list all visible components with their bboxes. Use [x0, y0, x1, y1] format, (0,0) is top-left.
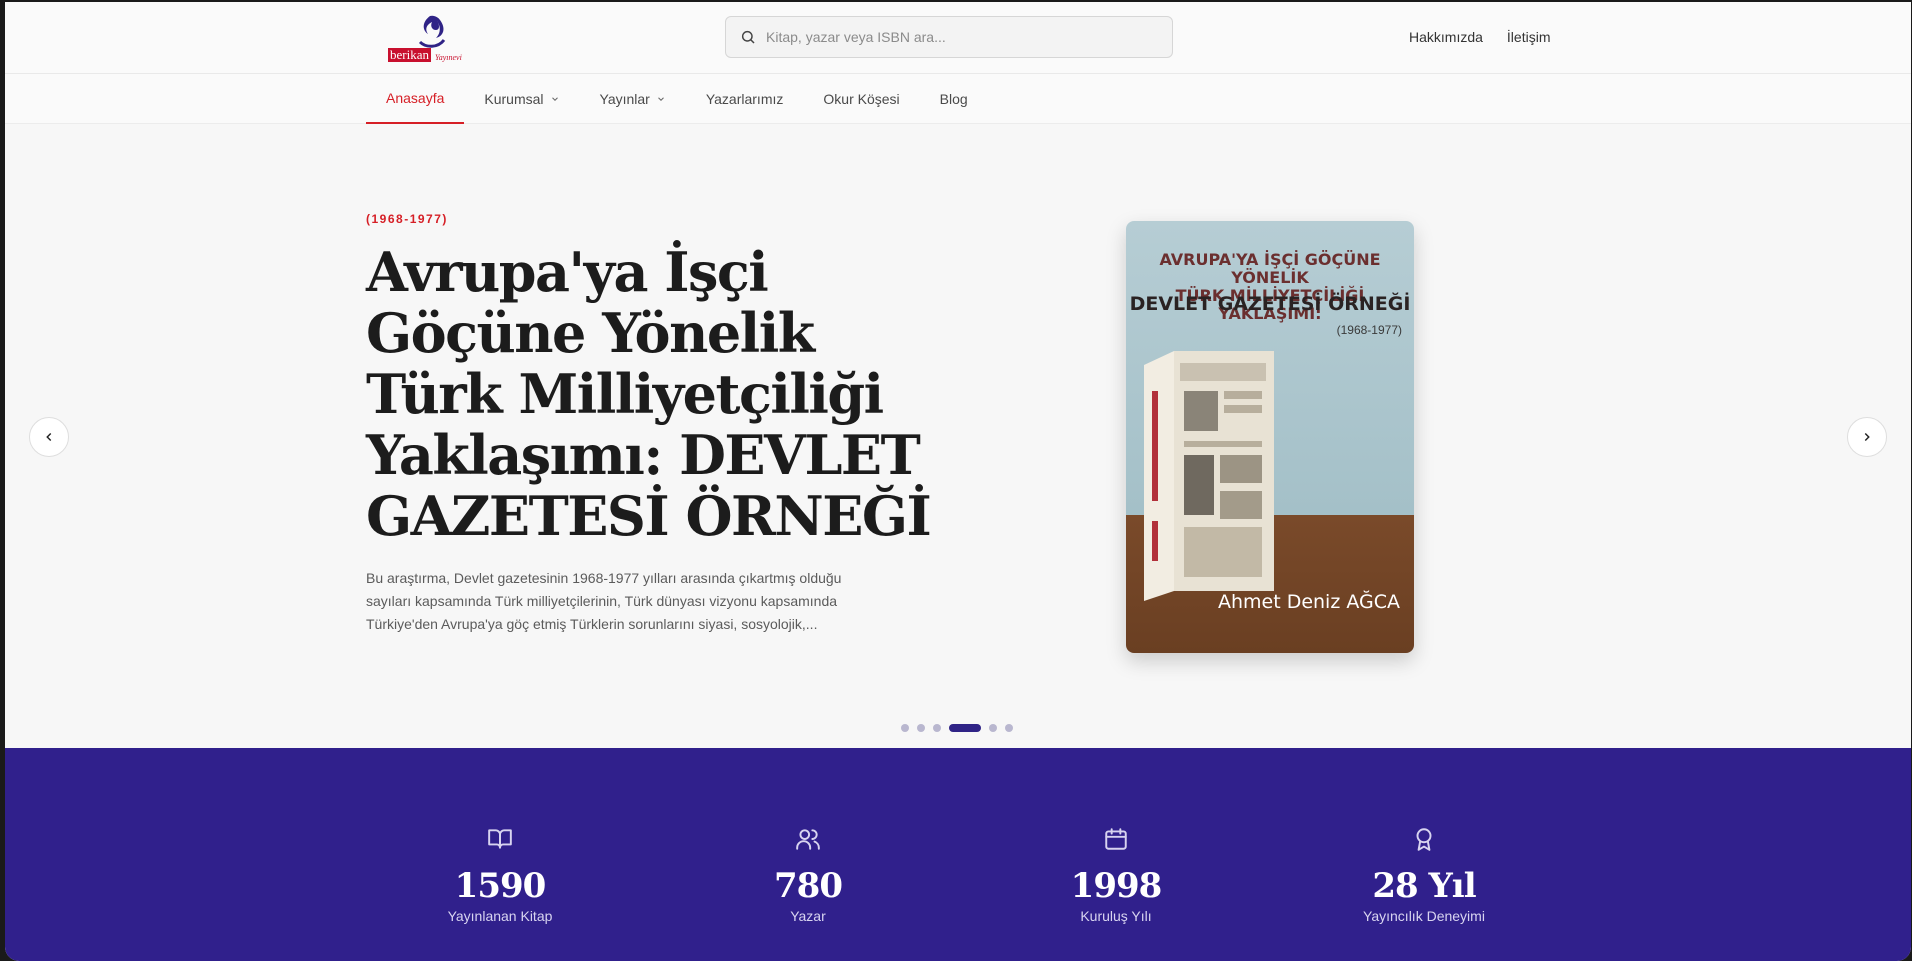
carousel-dot[interactable] — [933, 724, 941, 732]
logo[interactable]: berikan Yayınevi — [388, 14, 470, 66]
chevron-left-icon — [46, 432, 52, 442]
search-input[interactable] — [766, 29, 1146, 45]
cover-title-line1: AVRUPA'YA İŞÇİ GÖÇÜNE YÖNELİK — [1159, 250, 1381, 287]
nav-item-reader-corner[interactable]: Okur Köşesi — [803, 74, 919, 124]
nav-item-label: Kurumsal — [484, 91, 544, 107]
chevron-right-icon — [1864, 432, 1870, 442]
site-header: berikan Yayınevi Hakkımızda İletişim — [5, 2, 1911, 74]
calendar-icon — [1105, 828, 1127, 850]
search-icon — [741, 30, 755, 44]
carousel-dot[interactable] — [917, 724, 925, 732]
main-nav: Anasayfa Kurumsal Yayınlar Yazarlarımız … — [5, 74, 1911, 124]
nav-item-label: Okur Köşesi — [823, 91, 900, 107]
stat-books: 1590 Yayınlanan Kitap — [400, 826, 600, 924]
stat-founded: 1998 Kuruluş Yılı — [1016, 826, 1216, 924]
stat-experience: 28 Yıl Yayıncılık Deneyimi — [1324, 826, 1524, 924]
logo-subtitle: Yayınevi — [435, 53, 462, 62]
logo-flame-icon — [418, 15, 446, 48]
search-box — [725, 16, 1173, 58]
stats-band: 1590 Yayınlanan Kitap 780 Yazar 1998 Kur… — [5, 748, 1911, 961]
nav-item-label: Blog — [939, 91, 968, 107]
carousel-dot-active[interactable] — [949, 724, 981, 732]
nav-item-label: Yazarlarımız — [705, 91, 784, 107]
nav-item-authors[interactable]: Yazarlarımız — [686, 74, 804, 124]
book-image — [1144, 351, 1274, 601]
stat-value: 1590 — [454, 866, 547, 906]
stat-label: Yayınlanan Kitap — [447, 908, 553, 924]
hero-description: Bu araştırma, Devlet gazetesinin 1968-19… — [366, 570, 842, 632]
nav-item-label: Anasayfa — [386, 90, 445, 106]
hero-title[interactable]: Avrupa'ya İşçi Göçüne Yönelik Türk Milli… — [366, 242, 946, 547]
hero-eyebrow: (1968-1977) — [366, 212, 448, 226]
cover-title-main: DEVLET GAZETESİ ÖRNEĞİ — [1129, 293, 1411, 315]
stat-label: Kuruluş Yılı — [1080, 908, 1152, 924]
stat-label: Yazar — [790, 908, 826, 924]
stat-authors: 780 Yazar — [708, 826, 908, 924]
carousel-prev-button[interactable] — [29, 417, 69, 457]
page-frame: berikan Yayınevi Hakkımızda İletişim Ana… — [5, 2, 1911, 961]
chevron-down-icon — [550, 94, 560, 104]
hero-carousel: (1968-1977) Avrupa'ya İşçi Göçüne Yöneli… — [5, 124, 1911, 748]
chevron-down-icon — [656, 94, 666, 104]
carousel-next-button[interactable] — [1847, 417, 1887, 457]
logo-word: berikan — [388, 47, 431, 62]
stat-value: 1998 — [1070, 866, 1163, 906]
nav-item-corporate[interactable]: Kurumsal — [464, 74, 579, 124]
carousel-dot[interactable] — [901, 724, 909, 732]
nav-item-label: Yayınlar — [599, 91, 650, 107]
link-contact[interactable]: İletişim — [1507, 29, 1551, 45]
carousel-dots — [901, 724, 1013, 732]
book-cover[interactable]: AVRUPA'YA İŞÇİ GÖÇÜNE YÖNELİK TÜRK MİLLİ… — [1126, 221, 1414, 653]
stat-value: 780 — [774, 866, 843, 906]
stat-label: Yayıncılık Deneyimi — [1363, 908, 1485, 924]
nav-item-home[interactable]: Anasayfa — [366, 74, 465, 124]
carousel-dot[interactable] — [1005, 724, 1013, 732]
top-links: Hakkımızda İletişim — [1409, 29, 1550, 45]
book-open-icon — [488, 829, 512, 849]
nav-item-blog[interactable]: Blog — [920, 74, 988, 124]
award-icon — [1416, 828, 1432, 851]
stat-value: 28 Yıl — [1372, 866, 1476, 906]
cover-years: (1968-1977) — [1336, 323, 1402, 337]
cover-author: Ahmet Deniz AĞCA — [1217, 591, 1400, 613]
link-about[interactable]: Hakkımızda — [1409, 29, 1483, 45]
carousel-dot[interactable] — [989, 724, 997, 732]
users-icon — [796, 829, 820, 850]
nav-item-publications[interactable]: Yayınlar — [580, 74, 686, 124]
